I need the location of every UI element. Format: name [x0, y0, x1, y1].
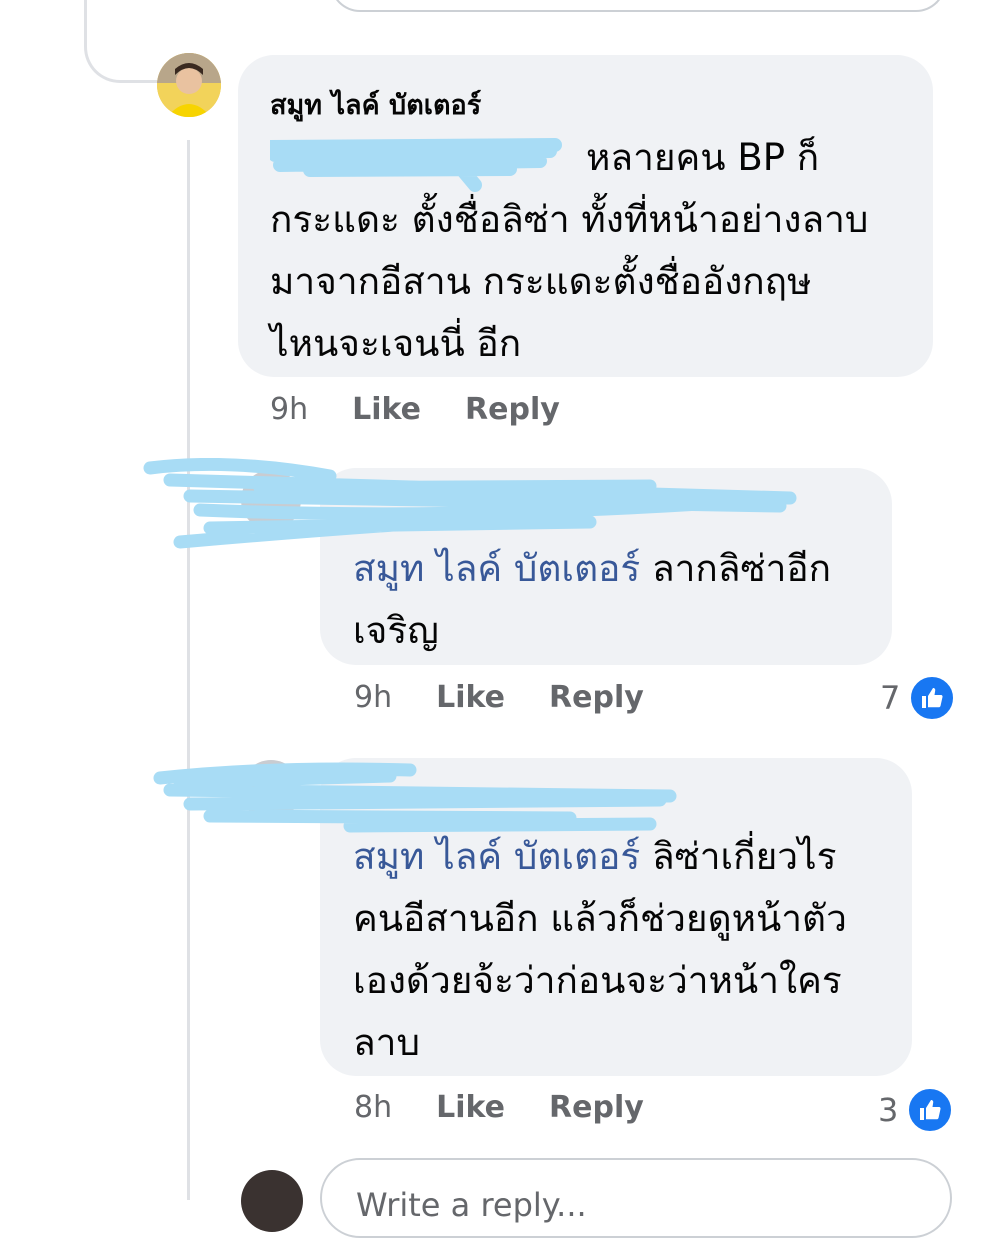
like-icon — [906, 1086, 955, 1134]
reply-avatar[interactable] — [241, 470, 301, 530]
comment-text-line: มาจากอีสาน กระแดะตั้งชื่ออังกฤษ — [270, 260, 812, 303]
mention-link[interactable]: สมูท ไลค์ บัตเตอร์ — [353, 547, 640, 590]
comment-text-line: ไหนจะเจนนี่ อีก — [270, 322, 522, 365]
reply-text-line: เองด้วยจ้ะว่าก่อนจะว่าหน้าใคร — [353, 959, 842, 1002]
reply-text-line: ลาบ — [353, 1021, 420, 1064]
like-button[interactable]: Like — [436, 680, 505, 715]
comment-bubble-main: สมูท ไลค์ บัตเตอร์ หลายคน BP ก็ กระแดะ ต… — [238, 55, 933, 377]
like-button[interactable]: Like — [352, 392, 421, 427]
reply-bubble-2: สมูท ไลค์ บัตเตอร์ ลิซ่าเกี่ยวไร คนอีสาน… — [320, 758, 912, 1076]
previous-comment-bubble-edge — [330, 0, 946, 12]
reply-text-line: สมูท ไลค์ บัตเตอร์ ลิซ่าเกี่ยวไร — [353, 835, 837, 878]
reply-input[interactable]: Write a reply... — [320, 1158, 952, 1238]
comment-meta-main: 9h Like Reply — [270, 392, 560, 427]
reaction-count[interactable]: 7 — [880, 674, 957, 722]
thread-connector-curve — [84, 0, 157, 83]
comment-text-line: หลายคน BP ก็ — [586, 136, 820, 179]
commenter-avatar[interactable] — [157, 53, 221, 117]
reply-avatar[interactable] — [241, 760, 301, 820]
reply-input-placeholder: Write a reply... — [356, 1186, 587, 1224]
reply-button[interactable]: Reply — [549, 680, 644, 715]
mention-link[interactable]: สมูท ไลค์ บัตเตอร์ — [353, 835, 640, 878]
reply-text: สมูท ไลค์ บัตเตอร์ ลิซ่าเกี่ยวไร คนอีสาน… — [353, 826, 908, 1074]
reply-meta-1: 9h Like Reply — [354, 680, 644, 715]
reaction-count[interactable]: 3 — [878, 1086, 955, 1134]
reply-text-line: คนอีสานอีก แล้วก็ช่วยดูหน้าตัว — [353, 897, 847, 940]
reply-timestamp[interactable]: 9h — [354, 680, 392, 715]
reply-text-line: สมูท ไลค์ บัตเตอร์ ลากลิซ่าอีก — [353, 547, 832, 590]
comment-timestamp[interactable]: 9h — [270, 392, 308, 427]
comment-text-line: กระแดะ ตั้งชื่อลิซ่า ทั้งที่หน้าอย่างลาบ — [270, 198, 869, 241]
reply-button[interactable]: Reply — [549, 1090, 644, 1125]
reply-meta-2: 8h Like Reply — [354, 1090, 644, 1125]
current-user-avatar — [241, 1170, 303, 1232]
comment-text: หลายคน BP ก็ กระแดะ ตั้งชื่อลิซ่า ทั้งที… — [270, 127, 930, 375]
reply-button[interactable]: Reply — [465, 392, 560, 427]
like-icon — [908, 674, 957, 722]
reaction-count-number: 7 — [880, 679, 901, 717]
reply-timestamp[interactable]: 8h — [354, 1090, 392, 1125]
thread-line-outer — [187, 140, 190, 1200]
reply-text-line: เจริญ — [353, 609, 439, 652]
comment-author-name[interactable]: สมูท ไลค์ บัตเตอร์ — [270, 83, 481, 126]
like-button[interactable]: Like — [436, 1090, 505, 1125]
reaction-count-number: 3 — [878, 1091, 899, 1129]
reply-bubble-1: สมูท ไลค์ บัตเตอร์ ลากลิซ่าอีก เจริญ — [320, 468, 892, 665]
reply-text: สมูท ไลค์ บัตเตอร์ ลากลิซ่าอีก เจริญ — [353, 538, 883, 662]
